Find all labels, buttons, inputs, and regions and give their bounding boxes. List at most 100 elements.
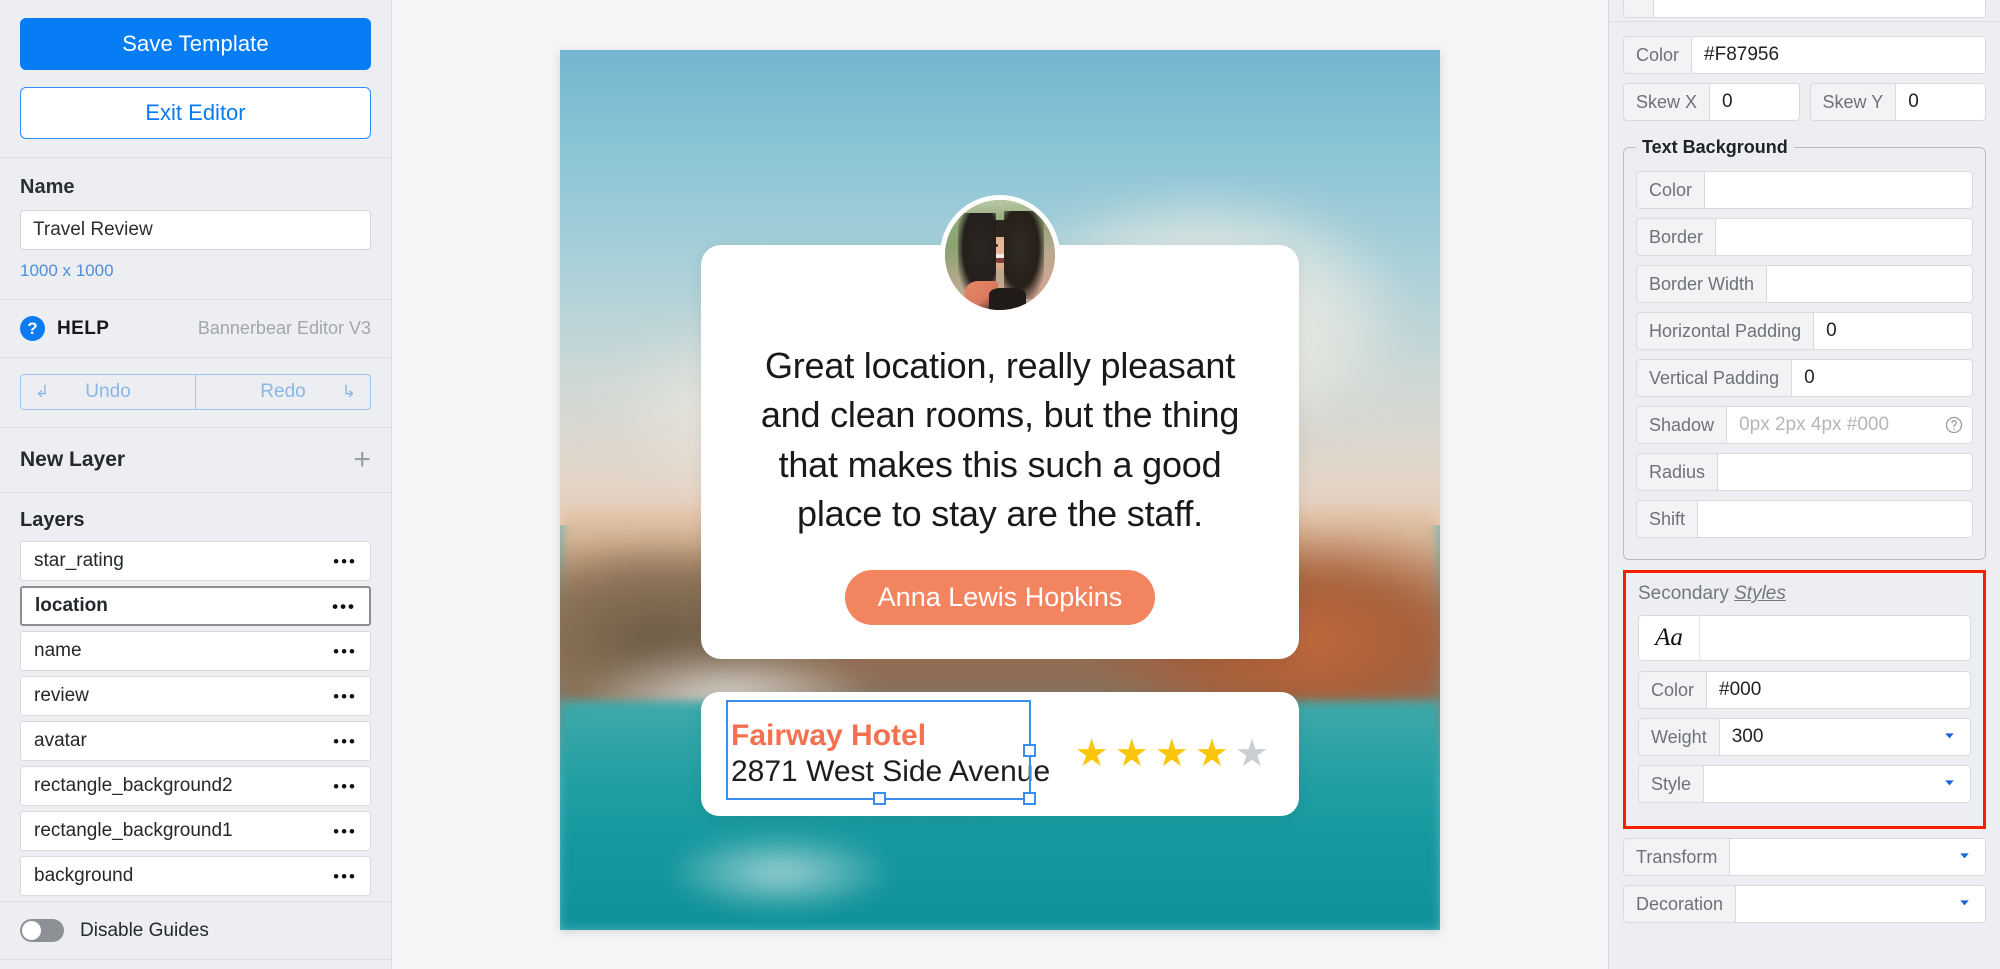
secondary-weight-select[interactable]: 300 <box>1718 718 1971 756</box>
tbg-shift-input[interactable] <box>1697 500 1973 538</box>
ellipsis-icon[interactable]: ••• <box>333 778 357 795</box>
color-input[interactable]: #F87956 <box>1691 36 1986 74</box>
template-dimensions[interactable]: 1000 x 1000 <box>20 261 371 281</box>
secondary-color-label: Color <box>1638 671 1707 709</box>
location-title[interactable]: Fairway Hotel <box>731 718 1031 753</box>
secondary-styles-prefix: Secondary <box>1638 583 1735 604</box>
secondary-weight-label: Weight <box>1638 718 1719 756</box>
secondary-style-select[interactable] <box>1703 765 1971 803</box>
new-layer-row[interactable]: New Layer + <box>0 428 391 493</box>
exit-editor-button[interactable]: Exit Editor <box>20 87 371 139</box>
ellipsis-icon[interactable]: ••• <box>333 733 357 750</box>
skew-x-label: Skew X <box>1623 83 1710 121</box>
layer-name: rectangle_background1 <box>34 820 233 841</box>
ellipsis-icon[interactable]: ••• <box>332 598 356 615</box>
layer-row[interactable]: rectangle_background1 ••• <box>20 811 371 851</box>
new-layer-label: New Layer <box>20 448 126 471</box>
skew-y-input[interactable]: 0 <box>1895 83 1986 121</box>
layer-row[interactable]: location ••• <box>20 586 371 626</box>
plus-icon[interactable]: + <box>353 445 371 475</box>
ellipsis-icon[interactable]: ••• <box>333 553 357 570</box>
tbg-border-input[interactable] <box>1715 218 1973 256</box>
tbg-horizontal-padding-input[interactable]: 0 <box>1813 312 1973 350</box>
template-actions: Save Template Exit Editor <box>0 0 391 158</box>
save-template-button[interactable]: Save Template <box>20 18 371 70</box>
star-empty-icon: ★ <box>1234 733 1269 775</box>
skew-x-row[interactable]: Skew X 0 <box>1623 83 1800 121</box>
star-rating[interactable]: ★ ★ ★ ★ ★ <box>1075 735 1269 773</box>
secondary-style-row[interactable]: Style <box>1638 765 1971 803</box>
editor-version-label: Bannerbear Editor V3 <box>197 318 371 338</box>
transform-row[interactable]: Transform <box>1623 838 1986 876</box>
tbg-radius-input[interactable] <box>1717 453 1973 491</box>
tbg-border-row[interactable]: Border <box>1636 218 1973 256</box>
decoration-select[interactable] <box>1735 885 1986 923</box>
right-properties-panel[interactable]: Color #F87956 Skew X 0 Skew Y 0 Text Bac… <box>1608 0 2000 969</box>
template-name-input[interactable] <box>20 210 371 250</box>
disable-guides-toggle[interactable] <box>20 919 64 942</box>
decoration-row[interactable]: Decoration <box>1623 885 1986 923</box>
secondary-font-row[interactable]: Aa <box>1638 615 1971 661</box>
tbg-border-label: Border <box>1636 218 1716 256</box>
layer-row[interactable]: background ••• <box>20 856 371 896</box>
layers-panel: Layers star_rating ••• location ••• name ••• r… <box>0 493 391 901</box>
layer-row[interactable]: review ••• <box>20 676 371 716</box>
tbg-shadow-input[interactable]: 0px 2px 4px #000 <box>1726 406 1935 444</box>
design-canvas[interactable]: Great location, really pleasant and clea… <box>560 50 1440 930</box>
tbg-vertical-padding-input[interactable]: 0 <box>1791 359 1973 397</box>
secondary-color-row[interactable]: Color #000 <box>1638 671 1971 709</box>
layer-row[interactable]: avatar ••• <box>20 721 371 761</box>
layer-row[interactable]: rectangle_background2 ••• <box>20 766 371 806</box>
tbg-horizontal-padding-row[interactable]: Horizontal Padding 0 <box>1636 312 1973 350</box>
tbg-color-row[interactable]: Color <box>1636 171 1973 209</box>
secondary-color-input[interactable]: #000 <box>1706 671 1971 709</box>
question-circle-icon[interactable] <box>1935 406 1973 444</box>
clipped-row[interactable] <box>1609 0 2000 18</box>
color-row[interactable]: Color #F87956 <box>1623 36 1986 74</box>
location-card[interactable]: Fairway Hotel 2871 West Side Avenue ★ ★ ★ ★… <box>701 692 1299 816</box>
clipped-row-value[interactable] <box>1653 0 1986 18</box>
secondary-styles-emphasis[interactable]: Styles <box>1734 583 1786 604</box>
skew-x-input[interactable]: 0 <box>1709 83 1800 121</box>
avatar-shoulder-right <box>989 288 1027 310</box>
redo-button[interactable]: Redo ↳ <box>195 374 371 410</box>
ellipsis-icon[interactable]: ••• <box>333 688 357 705</box>
undo-button[interactable]: ↲ Undo <box>20 374 195 410</box>
ellipsis-icon[interactable]: ••• <box>333 643 357 660</box>
tbg-radius-row[interactable]: Radius <box>1636 453 1973 491</box>
transform-select[interactable] <box>1729 838 1986 876</box>
template-name-section: Name 1000 x 1000 <box>0 158 391 300</box>
font-preview-icon: Aa <box>1638 615 1700 661</box>
panel-row-clipped-top <box>1609 0 2000 22</box>
panel-content: Color #F87956 Skew X 0 Skew Y 0 Text Bac… <box>1609 36 2000 923</box>
skew-y-label: Skew Y <box>1809 83 1896 121</box>
ellipsis-icon[interactable]: ••• <box>333 823 357 840</box>
layer-name: star_rating <box>34 550 124 571</box>
reviewer-name-pill[interactable]: Anna Lewis Hopkins <box>844 570 1156 626</box>
avatar[interactable] <box>940 195 1060 315</box>
canvas-area[interactable]: Great location, really pleasant and clea… <box>392 0 1608 969</box>
review-text[interactable]: Great location, really pleasant and clea… <box>741 341 1259 538</box>
layer-name: review <box>34 685 89 706</box>
ellipsis-icon[interactable]: ••• <box>333 868 357 885</box>
layer-name: location <box>35 595 108 616</box>
secondary-weight-row[interactable]: Weight 300 <box>1638 718 1971 756</box>
resize-handle-bottom-right[interactable] <box>1023 792 1036 806</box>
tbg-border-width-row[interactable]: Border Width <box>1636 265 1973 303</box>
layer-row[interactable]: star_rating ••• <box>20 541 371 581</box>
tbg-color-input[interactable] <box>1704 171 1973 209</box>
location-address[interactable]: 2871 West Side Avenue <box>731 754 1050 790</box>
tbg-border-width-input[interactable] <box>1766 265 1973 303</box>
location-text-group[interactable]: Fairway Hotel 2871 West Side Avenue <box>726 700 1050 806</box>
resize-handle-bottom[interactable] <box>872 792 886 806</box>
secondary-font-input[interactable] <box>1700 615 1971 661</box>
layer-row[interactable]: name ••• <box>20 631 371 671</box>
secondary-styles-heading: Secondary Styles <box>1638 583 1971 605</box>
star-filled-icon: ★ <box>1154 733 1189 775</box>
tbg-shadow-row[interactable]: Shadow 0px 2px 4px #000 <box>1636 406 1973 444</box>
tbg-shift-row[interactable]: Shift <box>1636 500 1973 538</box>
help-label[interactable]: HELP <box>57 318 109 340</box>
skew-y-row[interactable]: Skew Y 0 <box>1809 83 1986 121</box>
tbg-vertical-padding-row[interactable]: Vertical Padding 0 <box>1636 359 1973 397</box>
help-row: ? HELP Bannerbear Editor V3 <box>0 300 391 358</box>
